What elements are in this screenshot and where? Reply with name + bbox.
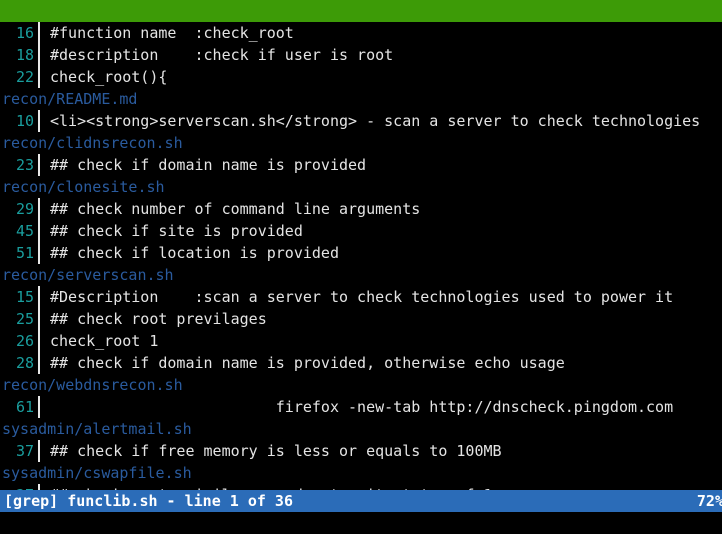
grep-match-row[interactable]: 29## check number of command line argume… [0, 198, 722, 220]
grep-match-row[interactable]: 27## check root privilages and set exit … [0, 484, 722, 490]
status-bar-percent: 72% [697, 490, 722, 512]
grep-match-text: firefox -new-tab http://dnscheck.pingdom… [40, 396, 722, 418]
grep-match-text: ## check if domain name is provided, oth… [40, 352, 722, 374]
grep-file-path: recon/clidnsrecon.sh [2, 132, 183, 154]
terminal-window: funclib.sh 16#function name :check_root1… [0, 0, 722, 534]
grep-match-row[interactable]: 10<li><strong>serverscan.sh</strong> - s… [0, 110, 722, 132]
grep-match-text: ## check root previlages [40, 308, 722, 330]
grep-match-line-number: 25 [0, 308, 38, 330]
grep-match-line-number: 16 [0, 22, 38, 44]
grep-match-text: #function name :check_root [40, 22, 722, 44]
grep-match-row[interactable]: 28## check if domain name is provided, o… [0, 352, 722, 374]
status-bar-location: [grep] funclib.sh - line 1 of 36 [4, 490, 293, 512]
grep-match-line-number: 23 [0, 154, 38, 176]
grep-match-row[interactable]: 25## check root previlages [0, 308, 722, 330]
grep-match-line-number: 18 [0, 44, 38, 66]
grep-match-text: #Description :scan a server to check tec… [40, 286, 722, 308]
grep-match-row[interactable]: 18#description :check if user is root [0, 44, 722, 66]
grep-match-line-number: 45 [0, 220, 38, 242]
grep-file-header[interactable]: recon/clonesite.sh [0, 176, 722, 198]
grep-file-header[interactable]: sysadmin/cswapfile.sh [0, 462, 722, 484]
grep-results-list[interactable]: 16#function name :check_root18#descripti… [0, 22, 722, 490]
grep-match-line-number: 28 [0, 352, 38, 374]
grep-file-header[interactable]: recon/clidnsrecon.sh [0, 132, 722, 154]
grep-match-line-number: 29 [0, 198, 38, 220]
grep-match-text: ## check root privilages and set exit st… [40, 484, 722, 490]
grep-match-line-number: 27 [0, 484, 38, 490]
grep-match-row[interactable]: 26check_root 1 [0, 330, 722, 352]
grep-match-row[interactable]: 45## check if site is provided [0, 220, 722, 242]
grep-file-header[interactable]: recon/serverscan.sh [0, 264, 722, 286]
grep-file-header[interactable]: sysadmin/alertmail.sh [0, 418, 722, 440]
grep-file-header[interactable]: recon/webdnsrecon.sh [0, 374, 722, 396]
grep-match-text: ## check if free memory is less or equal… [40, 440, 722, 462]
grep-match-text: check_root 1 [40, 330, 722, 352]
grep-match-line-number: 37 [0, 440, 38, 462]
grep-file-path: recon/clonesite.sh [2, 176, 165, 198]
message-line: Cannot move beyond the first line [0, 512, 722, 534]
grep-match-line-number: 10 [0, 110, 38, 132]
grep-match-row[interactable]: 15#Description :scan a server to check t… [0, 286, 722, 308]
grep-match-row[interactable]: 22check_root(){ [0, 66, 722, 88]
grep-match-text: ## check if domain name is provided [40, 154, 722, 176]
grep-file-path: sysadmin/cswapfile.sh [2, 462, 192, 484]
grep-file-path: sysadmin/alertmail.sh [2, 418, 192, 440]
grep-match-row[interactable]: 23## check if domain name is provided [0, 154, 722, 176]
grep-match-text: #description :check if user is root [40, 44, 722, 66]
grep-file-path: recon/README.md [2, 88, 137, 110]
grep-match-text: check_root(){ [40, 66, 722, 88]
grep-match-line-number: 26 [0, 330, 38, 352]
grep-file-path: recon/serverscan.sh [2, 264, 174, 286]
status-bar: [grep] funclib.sh - line 1 of 36 72% [0, 490, 722, 512]
grep-match-text: ## check if site is provided [40, 220, 722, 242]
grep-match-line-number: 22 [0, 66, 38, 88]
grep-match-text: ## check number of command line argument… [40, 198, 722, 220]
grep-match-text: ## check if location is provided [40, 242, 722, 264]
grep-file-path: recon/webdnsrecon.sh [2, 374, 183, 396]
grep-match-row[interactable]: 37## check if free memory is less or equ… [0, 440, 722, 462]
grep-match-line-number: 61 [0, 396, 38, 418]
grep-match-line-number: 15 [0, 286, 38, 308]
grep-match-row[interactable]: 61 firefox -new-tab http://dnscheck.ping… [0, 396, 722, 418]
title-bar: funclib.sh [0, 0, 722, 22]
grep-match-row[interactable]: 51## check if location is provided [0, 242, 722, 264]
grep-file-header[interactable]: recon/README.md [0, 88, 722, 110]
grep-match-row[interactable]: 16#function name :check_root [0, 22, 722, 44]
grep-match-line-number: 51 [0, 242, 38, 264]
grep-match-text: <li><strong>serverscan.sh</strong> - sca… [40, 110, 722, 132]
